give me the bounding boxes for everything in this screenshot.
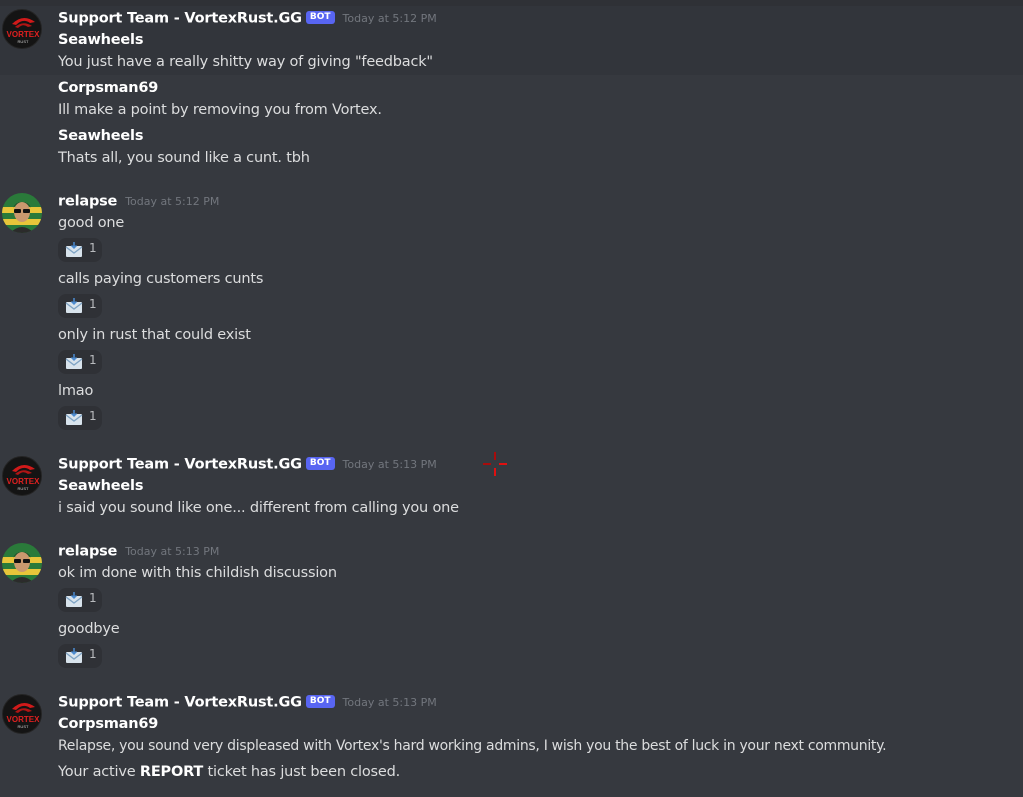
username[interactable]: Support Team - VortexRust.GG [58,11,302,27]
text-after: ticket has just been closed. [203,764,401,780]
timestamp[interactable]: Today at 5:13 PM [343,458,437,471]
reaction-count: 1 [89,591,97,605]
crosshair-cursor-icon [483,452,507,476]
embed-author-name: Seawheels [58,128,144,144]
message-text: You just have a really shitty way of giv… [58,54,433,70]
bot-badge: BOT [305,695,335,708]
message-text: only in rust that could exist [58,327,251,343]
vortex-logo-text: VORTEX [7,30,41,39]
username[interactable]: relapse [58,544,117,560]
timestamp[interactable]: Today at 5:13 PM [343,696,437,709]
username[interactable]: Support Team - VortexRust.GG [58,457,302,473]
vortex-logo-icon: VORTEX RUST [7,464,41,491]
reaction-button[interactable]: 1 [58,588,102,612]
message-text: Thats all, you sound like a cunt. tbh [58,150,310,166]
vortex-logo-subtext: RUST [18,39,29,44]
vortex-logo-icon: VORTEX RUST [7,702,41,729]
message-header: Support Team - VortexRust.GG BOT Today at … [58,692,437,714]
embed-author-name: Corpsman69 [58,80,159,96]
bot-badge: BOT [305,11,335,24]
avatar-vortex[interactable]: VORTEX RUST [2,456,42,496]
reaction-button[interactable]: 1 [58,406,102,430]
embed-author-name: Seawheels [58,32,144,48]
reaction-button[interactable]: 1 [58,644,102,668]
message-header: relapse Today at 5:13 PM [58,541,219,563]
reaction-button[interactable]: 1 [58,294,102,318]
message-text: Your active REPORT ticket has just been … [58,762,400,782]
reaction-count: 1 [89,241,97,255]
timestamp[interactable]: Today at 5:13 PM [125,545,219,558]
reaction-count: 1 [89,297,97,311]
envelope-icon [65,298,83,313]
message-header: Support Team - VortexRust.GG BOT Today at … [58,454,437,476]
avatar-vortex[interactable]: VORTEX RUST [2,694,42,734]
envelope-icon [65,592,83,607]
reaction-count: 1 [89,409,97,423]
message-text: Ill make a point by removing you from Vo… [58,102,382,118]
embed-author-name: Corpsman69 [58,716,159,732]
reaction-button[interactable]: 1 [58,238,102,262]
reaction-button[interactable]: 1 [58,350,102,374]
user-avatar-icon [2,193,42,233]
vortex-logo-icon: VORTEX RUST [7,17,41,44]
text-before: Your active [58,764,140,780]
timestamp[interactable]: Today at 5:12 PM [343,12,437,25]
vortex-logo-text: VORTEX [7,477,41,486]
embed-author-name: Seawheels [58,478,144,494]
vortex-logo-subtext: RUST [18,486,29,491]
message-text: Relapse, you sound very displeased with … [58,738,887,754]
username[interactable]: Support Team - VortexRust.GG [58,695,302,711]
reaction-count: 1 [89,353,97,367]
bot-badge: BOT [305,457,335,470]
bold-keyword: REPORT [139,764,204,780]
reaction-count: 1 [89,647,97,661]
message-text: good one [58,215,125,231]
avatar-relapse[interactable] [2,543,42,583]
message-text: ok im done with this childish discussion [58,565,337,581]
envelope-icon [65,648,83,663]
username[interactable]: relapse [58,194,117,210]
vortex-logo-text: VORTEX [7,715,41,724]
envelope-icon [65,410,83,425]
message-text: calls paying customers cunts [58,271,264,287]
message-text: i said you sound like one... different f… [58,500,459,516]
avatar-vortex[interactable]: VORTEX RUST [2,9,42,49]
timestamp[interactable]: Today at 5:12 PM [125,195,219,208]
envelope-icon [65,242,83,257]
message-header: Support Team - VortexRust.GG BOT Today at … [58,8,437,30]
vortex-logo-subtext: RUST [18,724,29,729]
message-text: goodbye [58,621,120,637]
user-avatar-icon [2,543,42,583]
envelope-icon [65,354,83,369]
message-text: lmao [58,383,94,399]
avatar-relapse[interactable] [2,193,42,233]
message-header: relapse Today at 5:12 PM [58,191,219,213]
